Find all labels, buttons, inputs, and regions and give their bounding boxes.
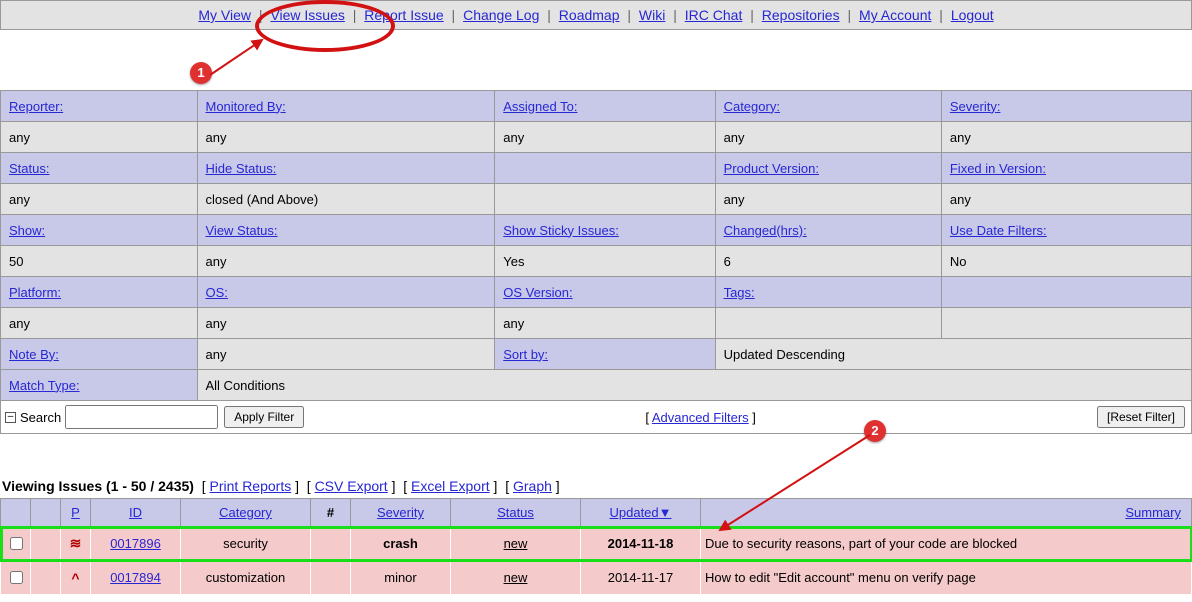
filter-match-value: All Conditions (197, 370, 1192, 401)
col-id[interactable]: ID (129, 505, 142, 520)
advanced-filters-link[interactable]: Advanced Filters (652, 410, 749, 425)
row-checkbox[interactable] (10, 571, 23, 584)
filter-hide-value: closed (And Above) (197, 184, 495, 215)
issue-id-link[interactable]: 0017894 (110, 570, 161, 585)
filter-monitored-link[interactable]: Monitored By: (206, 99, 286, 114)
cell-severity: minor (351, 561, 451, 595)
apply-filter-button[interactable]: Apply Filter (224, 406, 304, 428)
filter-platform-link[interactable]: Platform: (9, 285, 61, 300)
col-severity[interactable]: Severity (377, 505, 424, 520)
filter-sortby-link[interactable]: Sort by: (503, 347, 548, 362)
filter-datefilters-link[interactable]: Use Date Filters: (950, 223, 1047, 238)
sort-desc-icon: ▼ (659, 505, 672, 520)
col-updated[interactable]: Updated▼ (609, 505, 671, 520)
excel-export-link[interactable]: Excel Export (411, 478, 490, 494)
filter-status-value: any (1, 184, 198, 215)
filter-viewstatus-value: any (197, 246, 495, 277)
reset-filter-button[interactable]: [Reset Filter] (1097, 406, 1185, 428)
filter-product-value: any (715, 184, 941, 215)
filter-assigned-value: any (495, 122, 715, 153)
filter-hide-link[interactable]: Hide Status: (206, 161, 277, 176)
col-p[interactable]: P (71, 505, 80, 520)
cell-summary: Due to security reasons, part of your co… (701, 527, 1192, 561)
table-row: ^ 0017894 customization minornew2014-11-17H… (1, 561, 1192, 595)
issues-table: P ID Category # Severity Status Updated▼… (0, 498, 1192, 595)
filter-os-value: any (197, 308, 495, 339)
filter-product-link[interactable]: Product Version: (724, 161, 819, 176)
filter-osver-value: any (495, 308, 715, 339)
col-category[interactable]: Category (219, 505, 272, 520)
filter-category-value: any (715, 122, 941, 153)
filter-platform-value: any (1, 308, 198, 339)
col-status[interactable]: Status (497, 505, 534, 520)
col-summary[interactable]: Summary (1125, 505, 1181, 520)
cell-status: new (451, 561, 581, 595)
filter-sticky-value: Yes (495, 246, 715, 277)
filter-viewstatus-link[interactable]: View Status: (206, 223, 278, 238)
filter-status-link[interactable]: Status: (9, 161, 49, 176)
col-hash: # (327, 505, 334, 520)
advanced-filters-wrap: [ Advanced Filters ] (645, 410, 756, 425)
filter-changed-link[interactable]: Changed(hrs): (724, 223, 807, 238)
collapse-icon[interactable]: – (5, 412, 16, 423)
nav-report-issue[interactable]: Report Issue (364, 7, 443, 23)
nav-view-issues[interactable]: View Issues (270, 7, 344, 23)
graph-link[interactable]: Graph (513, 478, 552, 494)
search-row: – Search Apply Filter [ Advanced Filters… (0, 401, 1192, 434)
filter-noteby-link[interactable]: Note By: (9, 347, 59, 362)
issues-title: Viewing Issues (1 - 50 / 2435) (2, 478, 194, 494)
filter-show-value: 50 (1, 246, 198, 277)
issue-id-link[interactable]: 0017896 (110, 536, 161, 551)
annotation-badge-1: 1 (190, 62, 212, 84)
priority-icon: ^ (71, 570, 79, 586)
nav-irc-chat[interactable]: IRC Chat (685, 7, 743, 23)
nav-wiki[interactable]: Wiki (639, 7, 665, 23)
filter-severity-value: any (941, 122, 1191, 153)
priority-icon: ≋ (70, 535, 82, 551)
filter-osver-link[interactable]: OS Version: (503, 285, 572, 300)
search-input[interactable] (65, 405, 218, 429)
search-label: Search (20, 410, 61, 425)
filter-os-link[interactable]: OS: (206, 285, 228, 300)
cell-summary: How to edit "Edit account" menu on verif… (701, 561, 1192, 595)
filter-category-link[interactable]: Category: (724, 99, 780, 114)
nav-logout[interactable]: Logout (951, 7, 994, 23)
filter-reporter-value: any (1, 122, 198, 153)
cell-updated: 2014-11-17 (581, 561, 701, 595)
filter-changed-value: 6 (715, 246, 941, 277)
cell-category: security (181, 527, 311, 561)
filter-monitored-value: any (197, 122, 495, 153)
annotation-arrow-1 (200, 30, 280, 80)
filter-table: Reporter: Monitored By: Assigned To: Cat… (0, 90, 1192, 401)
filter-assigned-link[interactable]: Assigned To: (503, 99, 577, 114)
filter-severity-link[interactable]: Severity: (950, 99, 1001, 114)
nav-change-log[interactable]: Change Log (463, 7, 539, 23)
csv-export-link[interactable]: CSV Export (315, 478, 388, 494)
filter-fixed-link[interactable]: Fixed in Version: (950, 161, 1046, 176)
nav-my-view[interactable]: My View (198, 7, 251, 23)
filter-sortby-value: Updated Descending (715, 339, 1191, 370)
top-nav: My View | View Issues | Report Issue | C… (0, 0, 1192, 30)
filter-datefilters-value: No (941, 246, 1191, 277)
table-row: ≋ 0017896 security crashnew2014-11-18Due to… (1, 527, 1192, 561)
print-reports-link[interactable]: Print Reports (210, 478, 292, 494)
filter-tags-link[interactable]: Tags: (724, 285, 755, 300)
nav-repositories[interactable]: Repositories (762, 7, 840, 23)
cell-category: customization (181, 561, 311, 595)
nav-my-account[interactable]: My Account (859, 7, 931, 23)
nav-roadmap[interactable]: Roadmap (559, 7, 620, 23)
cell-severity: crash (351, 527, 451, 561)
cell-updated: 2014-11-18 (581, 527, 701, 561)
filter-fixed-value: any (941, 184, 1191, 215)
filter-match-link[interactable]: Match Type: (9, 378, 80, 393)
cell-status: new (451, 527, 581, 561)
filter-sticky-link[interactable]: Show Sticky Issues: (503, 223, 619, 238)
row-checkbox[interactable] (10, 537, 23, 550)
filter-show-link[interactable]: Show: (9, 223, 45, 238)
issues-header: Viewing Issues (1 - 50 / 2435) [ Print R… (0, 474, 1192, 498)
filter-reporter-link[interactable]: Reporter: (9, 99, 63, 114)
filter-noteby-value: any (197, 339, 495, 370)
